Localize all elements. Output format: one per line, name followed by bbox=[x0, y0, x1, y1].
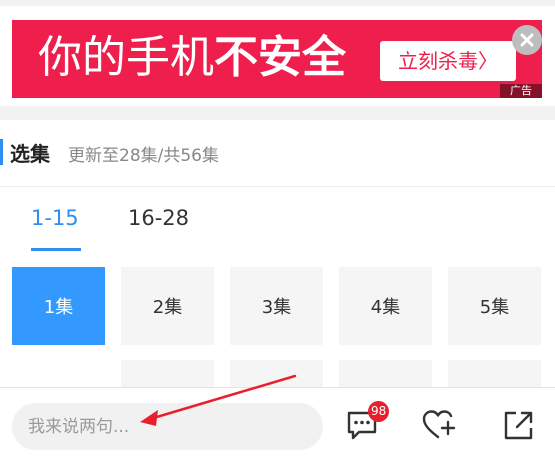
episode-update-status: 更新至28集/共56集 bbox=[68, 146, 219, 166]
close-icon[interactable] bbox=[512, 25, 542, 55]
episode-button-4[interactable]: 4集 bbox=[339, 267, 432, 345]
episode-button-2[interactable]: 2集 bbox=[121, 267, 214, 345]
episode-button-7-partial[interactable] bbox=[121, 360, 214, 390]
comment-input[interactable] bbox=[12, 403, 323, 450]
tab-range-16-28[interactable]: 16-28 bbox=[128, 206, 189, 230]
episode-button-6-partial[interactable] bbox=[12, 360, 105, 390]
episode-panel: 选集 更新至28集/共56集 1-15 16-28 1集 2集 3集 4集 5集 bbox=[0, 120, 555, 390]
episode-button-8-partial[interactable] bbox=[230, 360, 323, 390]
bottom-toolbar bbox=[0, 387, 555, 459]
section-accent-bar bbox=[0, 139, 3, 165]
episode-button-9-partial[interactable] bbox=[339, 360, 432, 390]
section-title: 选集 bbox=[10, 142, 50, 166]
episode-button-5[interactable]: 5集 bbox=[448, 267, 541, 345]
active-tab-indicator bbox=[31, 248, 81, 251]
episode-button-3[interactable]: 3集 bbox=[230, 267, 323, 345]
ad-container: 你的手机不安全 立刻杀毒〉 广告 bbox=[0, 6, 555, 106]
ad-headline: 你的手机不安全 bbox=[38, 32, 346, 84]
episode-button-1[interactable]: 1集 bbox=[12, 267, 105, 345]
ad-banner[interactable]: 你的手机不安全 立刻杀毒〉 广告 bbox=[12, 20, 542, 98]
share-icon[interactable] bbox=[502, 408, 536, 442]
ad-cta-button[interactable]: 立刻杀毒〉 bbox=[380, 41, 516, 81]
heart-plus-icon[interactable] bbox=[421, 408, 456, 442]
ad-headline-bold: 不安全 bbox=[214, 32, 346, 83]
episode-button-10-partial[interactable] bbox=[448, 360, 541, 390]
ad-headline-light: 你的手机 bbox=[38, 32, 214, 83]
tab-range-1-15[interactable]: 1-15 bbox=[31, 206, 79, 230]
divider bbox=[0, 186, 555, 187]
ad-tag: 广告 bbox=[500, 84, 542, 98]
